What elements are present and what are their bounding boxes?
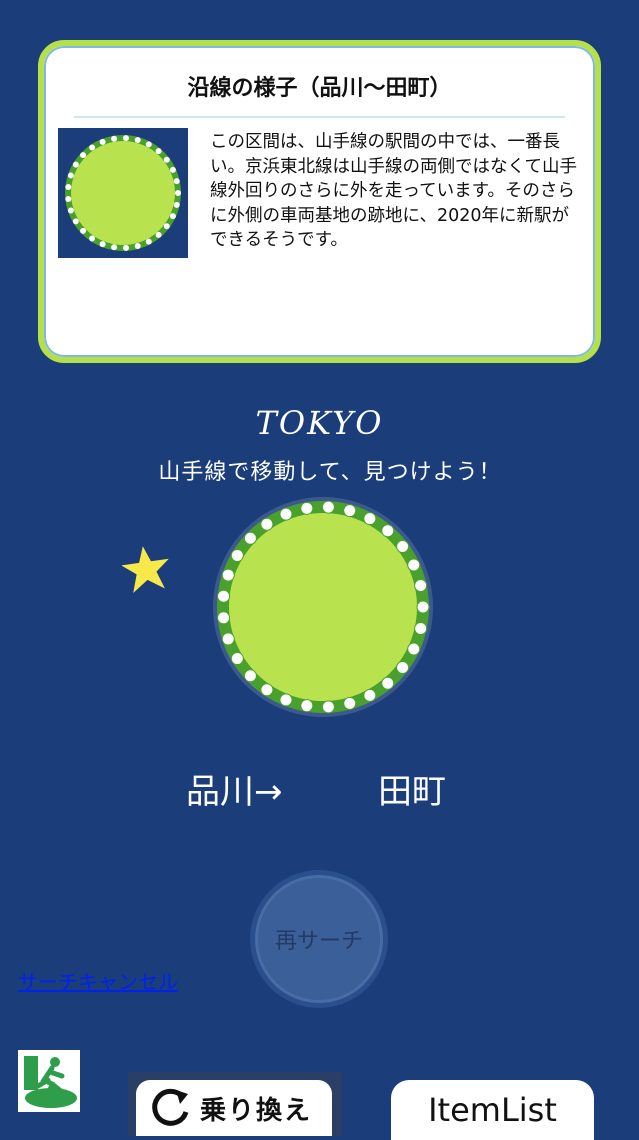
research-button[interactable]: 再サーチ [250,870,388,1008]
exit-icon [24,1056,77,1108]
star-icon [121,543,174,599]
item-list-button[interactable]: ItemList [391,1080,594,1140]
exit-button[interactable] [18,1050,80,1112]
yamanote-line-map[interactable] [208,495,438,729]
transfer-button[interactable]: 乗り換え [136,1080,332,1136]
current-station: 品川→ [186,772,283,812]
next-station: 田町 [378,772,446,812]
transfer-tab-container: 乗り換え [128,1072,342,1136]
info-card: 沿線の様子（品川〜田町） この区間は、山手線の駅間の中では、一番長い。京浜東北線… [38,40,601,363]
refresh-icon [152,1088,189,1126]
tokyo-logo: TOKYO [255,404,384,442]
transfer-label: 乗り換え [200,1095,313,1126]
card-divider [74,116,565,118]
card-title: 沿線の様子（品川〜田町） [187,76,452,101]
instruction-text: 山手線で移動して、見つけよう！ [158,460,502,485]
yamanote-line-thumbnail-icon [58,128,188,258]
search-cancel-link[interactable]: サーチキャンセル [18,966,178,995]
card-description: この区間は、山手線の駅間の中では、一番長い。京浜東北線は山手線の両側ではなくて山… [210,132,577,250]
